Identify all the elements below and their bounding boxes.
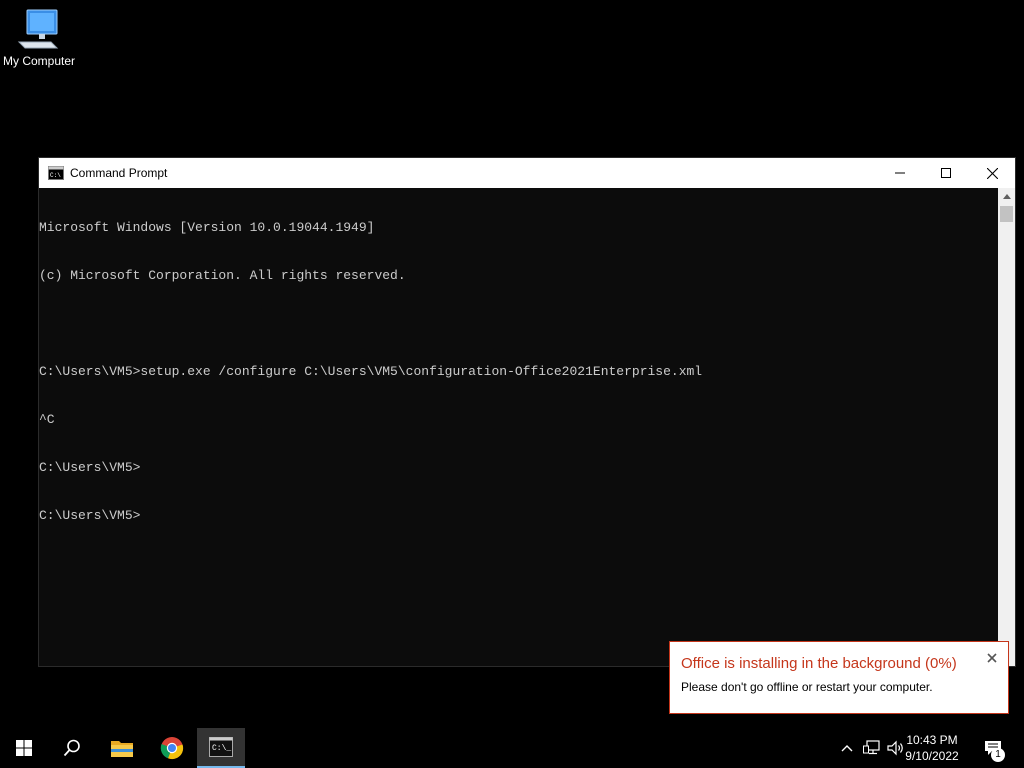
chrome-button[interactable]	[148, 728, 196, 768]
console-line: (c) Microsoft Corporation. All rights re…	[39, 268, 406, 283]
scrollbar-thumb[interactable]	[1000, 206, 1013, 222]
console-line: Microsoft Windows [Version 10.0.19044.19…	[39, 220, 375, 235]
close-icon	[986, 167, 998, 179]
start-button[interactable]	[0, 728, 48, 768]
console-prompt-line[interactable]: C:\Users\VM5>	[39, 508, 998, 524]
search-icon	[63, 739, 80, 757]
scroll-up-button[interactable]	[998, 188, 1015, 205]
clock-time: 10:43 PM	[906, 733, 958, 747]
windows-logo-icon	[16, 740, 32, 756]
network-button[interactable]	[860, 728, 884, 768]
console-line: C:\Users\VM5>	[39, 460, 141, 475]
taskbar-clock[interactable]: 10:43 PM 9/10/2022	[896, 732, 968, 764]
console-line: C:\Users\VM5>setup.exe /configure C:\Use…	[39, 364, 703, 379]
clock-date: 9/10/2022	[905, 749, 959, 763]
command-prompt-window[interactable]: C:\ Command Prompt Microsoft Windows [Ve…	[38, 157, 1016, 667]
desktop-icon-my-computer[interactable]: My Computer	[0, 6, 78, 68]
svg-text:C:\: C:\	[50, 172, 61, 179]
console-output[interactable]: Microsoft Windows [Version 10.0.19044.19…	[39, 188, 998, 666]
search-button[interactable]	[48, 728, 96, 768]
window-title: Command Prompt	[70, 166, 168, 180]
toast-message: Please don't go offline or restart your …	[681, 680, 933, 694]
action-center-button[interactable]	[980, 728, 1006, 768]
folder-icon	[111, 741, 133, 757]
network-icon	[863, 740, 880, 755]
cmd-icon: C:\_	[209, 737, 233, 757]
desktop-icon-label: My Computer	[2, 54, 76, 68]
file-explorer-button[interactable]	[98, 728, 146, 768]
chevron-up-icon	[1002, 194, 1011, 199]
office-install-toast[interactable]: Office is installing in the background (…	[669, 641, 1009, 714]
show-hidden-icons-button[interactable]	[838, 728, 856, 768]
toast-close-icon[interactable]	[985, 651, 999, 665]
close-button[interactable]	[969, 158, 1015, 188]
cmd-icon: C:\	[48, 166, 64, 180]
computer-icon	[17, 9, 59, 49]
maximize-button[interactable]	[923, 158, 969, 188]
console-line: ^C	[39, 412, 55, 427]
chevron-up-icon	[841, 745, 853, 752]
svg-text:C:\_: C:\_	[212, 744, 231, 753]
notification-count-badge: 1	[991, 748, 1005, 762]
toast-title: Office is installing in the background (…	[681, 655, 957, 672]
command-prompt-taskbar-button[interactable]: C:\_	[197, 728, 245, 768]
minimize-icon	[895, 172, 905, 174]
chrome-icon	[160, 737, 184, 760]
vertical-scrollbar[interactable]	[998, 188, 1015, 666]
taskbar: C:\_ 10:43 PM 9/10/2022	[0, 728, 1024, 768]
window-titlebar[interactable]: C:\ Command Prompt	[39, 158, 1015, 188]
minimize-button[interactable]	[877, 158, 923, 188]
maximize-icon	[941, 168, 951, 178]
